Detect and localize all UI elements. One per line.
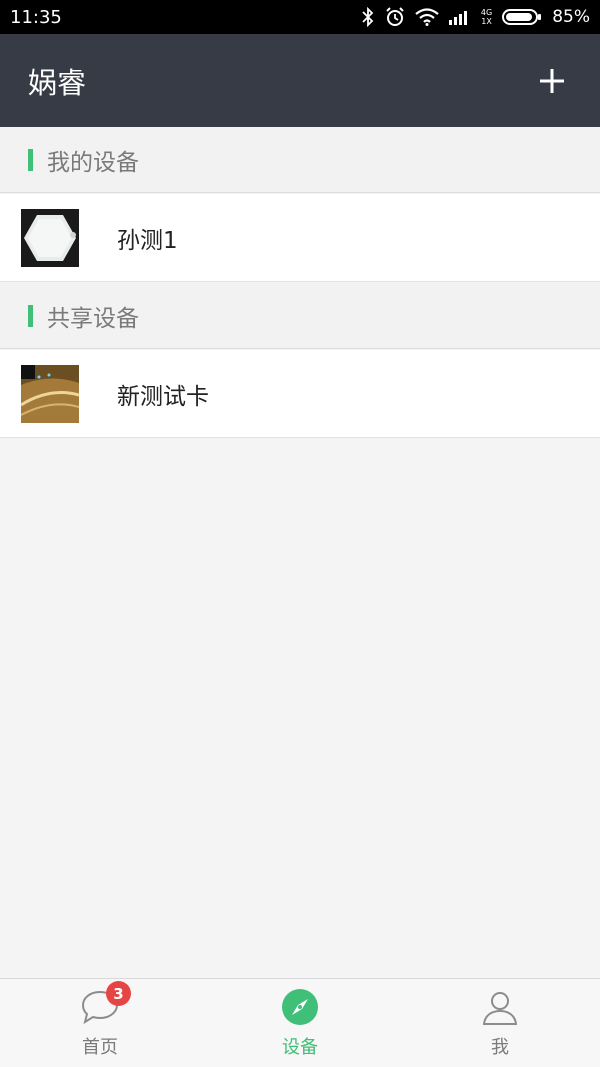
- section-marker: [28, 304, 33, 327]
- device-thumbnail: [21, 364, 79, 423]
- nav-item-me[interactable]: 我: [400, 979, 600, 1067]
- section-marker: [28, 148, 33, 171]
- nav-label-home: 首页: [82, 1037, 118, 1058]
- network-label-bottom: 1X: [481, 17, 492, 26]
- device-name: 新测试卡: [117, 383, 209, 410]
- wifi-icon: [415, 8, 439, 26]
- nav-label-me: 我: [491, 1037, 509, 1058]
- signal-icon: [448, 9, 471, 25]
- section-title-my-devices: 我的设备: [47, 149, 139, 176]
- nav-label-devices: 设备: [282, 1037, 318, 1058]
- bottom-navigation: 3 首页 设备 我: [0, 978, 600, 1067]
- bluetooth-icon: [361, 7, 375, 27]
- device-row[interactable]: 新测试卡: [0, 350, 600, 438]
- nav-item-home[interactable]: 3 首页: [0, 979, 200, 1067]
- app-title: 娲睿: [28, 65, 87, 100]
- network-label-top: 4G: [480, 8, 493, 17]
- chat-bubble-icon: 3: [80, 981, 131, 1027]
- battery-percent: 85%: [552, 7, 590, 27]
- device-name: 孙测1: [117, 227, 178, 254]
- status-time: 11:35: [10, 6, 62, 28]
- section-title-shared-devices: 共享设备: [47, 305, 139, 332]
- person-icon: [480, 987, 520, 1027]
- battery-icon: [502, 8, 542, 26]
- add-device-button[interactable]: [532, 61, 572, 101]
- status-icons: 4G 1X 85%: [361, 7, 590, 27]
- plus-icon: [540, 68, 564, 93]
- notification-badge: 3: [106, 981, 131, 1006]
- section-my-devices: 我的设备: [0, 127, 600, 193]
- network-4g-icon: 4G 1X: [481, 8, 492, 26]
- compass-icon: [280, 987, 320, 1027]
- section-shared-devices: 共享设备: [0, 283, 600, 349]
- status-bar: 11:35 4G 1X 85%: [0, 0, 600, 34]
- device-row[interactable]: 孙测1: [0, 194, 600, 282]
- device-thumbnail: [21, 208, 79, 267]
- nav-item-devices[interactable]: 设备: [200, 979, 400, 1067]
- alarm-icon: [385, 7, 405, 27]
- app-bar: 娲睿: [0, 34, 600, 127]
